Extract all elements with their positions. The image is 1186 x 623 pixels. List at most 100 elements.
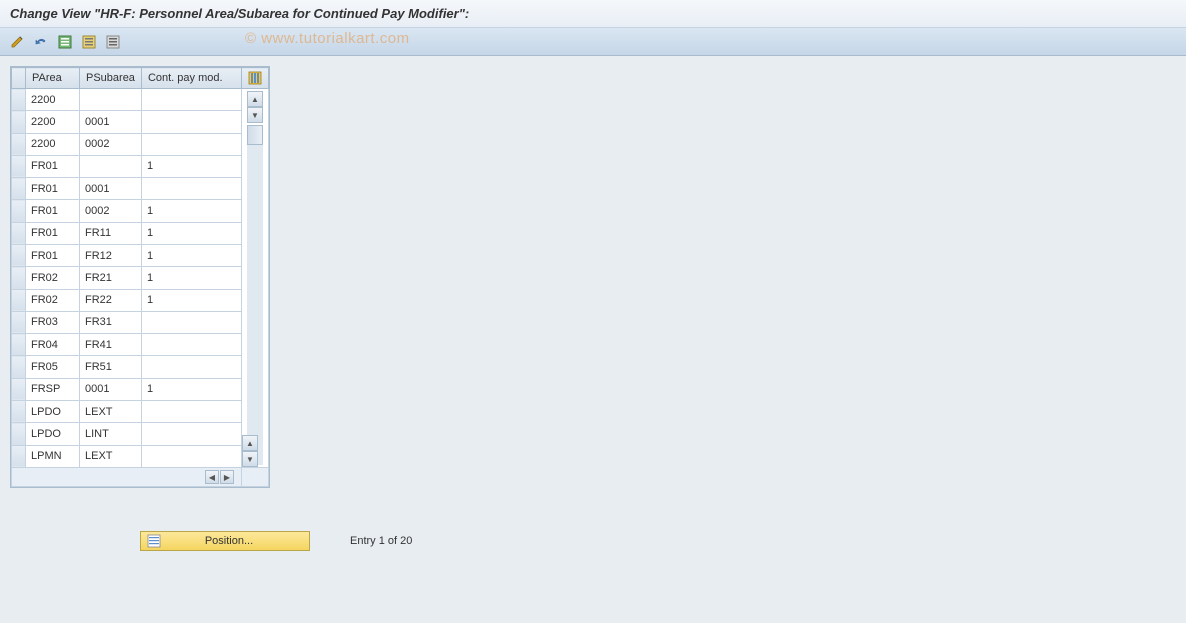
scroll-up-bottom-icon[interactable]: ▲ — [242, 435, 258, 451]
cell-parea[interactable]: FR05 — [26, 356, 80, 378]
cell-parea[interactable]: LPMN — [26, 445, 80, 468]
cell-parea[interactable]: FR04 — [26, 334, 80, 356]
cell-contpay[interactable] — [141, 178, 241, 200]
position-icon — [147, 534, 161, 548]
cell-contpay[interactable]: 1 — [141, 289, 241, 311]
cell-parea[interactable]: 2200 — [26, 111, 80, 133]
position-button[interactable]: Position... — [140, 531, 310, 551]
row-selector[interactable] — [12, 445, 26, 468]
cell-psubarea[interactable]: 0001 — [80, 178, 142, 200]
column-header-parea[interactable]: PArea — [26, 68, 80, 89]
cell-contpay[interactable]: 1 — [141, 378, 241, 400]
delimit-icon[interactable] — [104, 33, 122, 51]
column-header-contpay[interactable]: Cont. pay mod. — [141, 68, 241, 89]
cell-contpay[interactable] — [141, 311, 241, 333]
scroll-left-icon[interactable]: ◀ — [205, 470, 219, 484]
row-selector[interactable] — [12, 200, 26, 222]
row-selector[interactable] — [12, 111, 26, 133]
cell-contpay[interactable]: 1 — [141, 222, 241, 244]
select-all-icon[interactable] — [56, 33, 74, 51]
table-row: FR04FR41 — [12, 334, 269, 356]
horizontal-scroll-track: ◀ ▶ — [12, 468, 242, 487]
table-row: LPMNLEXT — [12, 445, 269, 468]
cell-parea[interactable]: FR03 — [26, 311, 80, 333]
cell-parea[interactable]: FR01 — [26, 200, 80, 222]
cell-parea[interactable]: FR01 — [26, 178, 80, 200]
scroll-thumb[interactable] — [247, 125, 263, 145]
cell-psubarea[interactable] — [80, 89, 142, 111]
cell-parea[interactable]: LPDO — [26, 423, 80, 445]
table-row: FR02FR211 — [12, 267, 269, 289]
cell-contpay[interactable]: 1 — [141, 267, 241, 289]
cell-psubarea[interactable]: FR31 — [80, 311, 142, 333]
select-all-header[interactable] — [12, 68, 26, 89]
cell-contpay[interactable] — [141, 334, 241, 356]
cell-contpay[interactable] — [141, 356, 241, 378]
table-row: FR0100021 — [12, 200, 269, 222]
cell-psubarea[interactable]: LEXT — [80, 445, 142, 468]
cell-parea[interactable]: FR02 — [26, 267, 80, 289]
row-selector[interactable] — [12, 311, 26, 333]
cell-contpay[interactable] — [141, 89, 241, 111]
table-row: FR03FR31 — [12, 311, 269, 333]
row-selector[interactable] — [12, 334, 26, 356]
row-selector[interactable] — [12, 89, 26, 111]
scroll-down-icon[interactable]: ▼ — [247, 107, 263, 123]
row-selector[interactable] — [12, 378, 26, 400]
cell-psubarea[interactable]: 0001 — [80, 378, 142, 400]
cell-psubarea[interactable]: FR21 — [80, 267, 142, 289]
row-selector[interactable] — [12, 133, 26, 155]
cell-parea[interactable]: FR01 — [26, 244, 80, 266]
cell-psubarea[interactable]: 0001 — [80, 111, 142, 133]
cell-contpay[interactable]: 1 — [141, 200, 241, 222]
cell-contpay[interactable] — [141, 423, 241, 445]
row-selector[interactable] — [12, 222, 26, 244]
scroll-up-icon[interactable]: ▲ — [247, 91, 263, 107]
scroll-corner — [241, 468, 268, 487]
cell-parea[interactable]: FR02 — [26, 289, 80, 311]
cell-contpay[interactable] — [141, 400, 241, 422]
cell-contpay[interactable] — [141, 133, 241, 155]
cell-psubarea[interactable]: FR22 — [80, 289, 142, 311]
table-row: 2200▲▼▲▼ — [12, 89, 269, 111]
cell-contpay[interactable] — [141, 111, 241, 133]
cell-psubarea[interactable]: FR11 — [80, 222, 142, 244]
cell-psubarea[interactable]: 0002 — [80, 133, 142, 155]
scroll-down-bottom-icon[interactable]: ▼ — [242, 451, 258, 467]
cell-psubarea[interactable]: FR12 — [80, 244, 142, 266]
table-settings-icon[interactable] — [241, 68, 268, 89]
row-selector[interactable] — [12, 289, 26, 311]
scroll-right-icon[interactable]: ▶ — [220, 470, 234, 484]
row-selector[interactable] — [12, 244, 26, 266]
cell-psubarea[interactable]: FR51 — [80, 356, 142, 378]
row-selector[interactable] — [12, 356, 26, 378]
cell-parea[interactable]: FR01 — [26, 222, 80, 244]
cell-psubarea[interactable] — [80, 155, 142, 177]
cell-psubarea[interactable]: FR41 — [80, 334, 142, 356]
cell-contpay[interactable]: 1 — [141, 244, 241, 266]
undo-icon[interactable] — [32, 33, 50, 51]
deselect-all-icon[interactable] — [80, 33, 98, 51]
row-selector[interactable] — [12, 267, 26, 289]
vertical-scrollbar[interactable]: ▲▼▲▼ — [241, 89, 268, 468]
row-selector[interactable] — [12, 423, 26, 445]
cell-contpay[interactable] — [141, 445, 241, 468]
cell-parea[interactable]: FR01 — [26, 155, 80, 177]
table-row: 22000001 — [12, 111, 269, 133]
cell-psubarea[interactable]: 0002 — [80, 200, 142, 222]
entry-counter: Entry 1 of 20 — [350, 535, 412, 547]
cell-parea[interactable]: 2200 — [26, 89, 80, 111]
cell-psubarea[interactable]: LEXT — [80, 400, 142, 422]
cell-parea[interactable]: 2200 — [26, 133, 80, 155]
cell-parea[interactable]: FRSP — [26, 378, 80, 400]
table-row: FR010001 — [12, 178, 269, 200]
row-selector[interactable] — [12, 400, 26, 422]
row-selector[interactable] — [12, 178, 26, 200]
cell-contpay[interactable]: 1 — [141, 155, 241, 177]
row-selector[interactable] — [12, 155, 26, 177]
cell-parea[interactable]: LPDO — [26, 400, 80, 422]
change-display-icon[interactable] — [8, 33, 26, 51]
scroll-track[interactable] — [247, 125, 263, 465]
cell-psubarea[interactable]: LINT — [80, 423, 142, 445]
column-header-psubarea[interactable]: PSubarea — [80, 68, 142, 89]
